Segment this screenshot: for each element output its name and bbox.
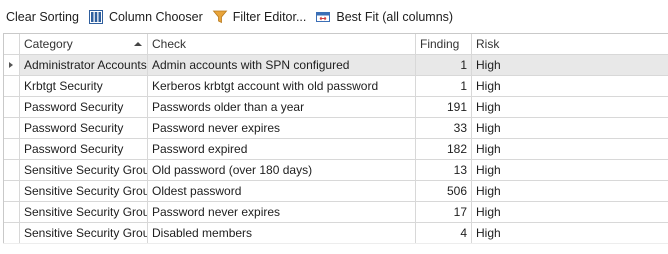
row-indicator-cell[interactable] (4, 139, 20, 160)
column-chooser-label: Column Chooser (108, 9, 203, 24)
column-header-risk-label: Risk (476, 37, 500, 51)
row-indicator-cell[interactable] (4, 76, 20, 97)
grid-header: Category Check Finding Risk (4, 34, 668, 55)
cell-category[interactable]: Password Security (20, 118, 148, 139)
cell-category[interactable]: Krbtgt Security (20, 76, 148, 97)
table-row[interactable]: Sensitive Security Groups Oldest passwor… (4, 181, 668, 202)
cell-check[interactable]: Kerberos krbtgt account with old passwor… (148, 76, 416, 97)
column-header-category-label: Category (24, 37, 73, 51)
cell-finding[interactable]: 182 (416, 139, 472, 160)
current-row-arrow-icon (9, 62, 13, 68)
clear-sorting-label: Clear Sorting (6, 9, 79, 24)
table-row[interactable]: Sensitive Security Groups Old password (… (4, 160, 668, 181)
column-chooser-icon (87, 8, 105, 26)
table-row[interactable]: Administrator Accounts Admin accounts wi… (4, 55, 668, 76)
table-row[interactable]: Password Security Password expired 182 H… (4, 139, 668, 160)
column-header-finding[interactable]: Finding (416, 34, 472, 55)
column-header-finding-label: Finding (420, 37, 460, 51)
row-indicator-cell[interactable] (4, 118, 20, 139)
cell-category[interactable]: Password Security (20, 97, 148, 118)
cell-category[interactable]: Password Security (20, 139, 148, 160)
sort-ascending-icon (134, 42, 142, 46)
grid-toolbar: Clear Sorting Column Chooser Filter Edit… (0, 0, 668, 33)
cell-finding[interactable]: 1 (416, 76, 472, 97)
cell-risk[interactable]: High (472, 118, 668, 139)
row-indicator-cell[interactable] (4, 181, 20, 202)
cell-risk[interactable]: High (472, 160, 668, 181)
cell-check[interactable]: Admin accounts with SPN configured (148, 55, 416, 76)
cell-category[interactable]: Sensitive Security Groups (20, 181, 148, 202)
cell-category[interactable]: Sensitive Security Groups (20, 202, 148, 223)
column-header-category[interactable]: Category (20, 34, 148, 55)
table-row[interactable]: Sensitive Security Groups Disabled membe… (4, 223, 668, 244)
table-row[interactable]: Password Security Password never expires… (4, 118, 668, 139)
best-fit-icon (314, 8, 332, 26)
clear-sorting-button[interactable]: Clear Sorting (0, 6, 83, 28)
cell-finding[interactable]: 13 (416, 160, 472, 181)
cell-finding[interactable]: 191 (416, 97, 472, 118)
cell-check[interactable]: Old password (over 180 days) (148, 160, 416, 181)
cell-risk[interactable]: High (472, 55, 668, 76)
cell-finding[interactable]: 1 (416, 55, 472, 76)
best-fit-label: Best Fit (all columns) (336, 9, 454, 24)
cell-risk[interactable]: High (472, 223, 668, 244)
cell-check[interactable]: Disabled members (148, 223, 416, 244)
cell-category[interactable]: Sensitive Security Groups (20, 160, 148, 181)
filter-editor-button[interactable]: Filter Editor... (207, 6, 311, 28)
column-header-check-label: Check (152, 37, 187, 51)
row-indicator-cell[interactable] (4, 202, 20, 223)
column-header-check[interactable]: Check (148, 34, 416, 55)
row-indicator-cell[interactable] (4, 97, 20, 118)
table-row[interactable]: Password Security Passwords older than a… (4, 97, 668, 118)
cell-finding[interactable]: 33 (416, 118, 472, 139)
cell-risk[interactable]: High (472, 181, 668, 202)
filter-editor-label: Filter Editor... (232, 9, 307, 24)
header-indicator-cell (4, 34, 20, 55)
cell-category[interactable]: Administrator Accounts (20, 55, 148, 76)
cell-risk[interactable]: High (472, 76, 668, 97)
cell-risk[interactable]: High (472, 139, 668, 160)
cell-category[interactable]: Sensitive Security Groups (20, 223, 148, 244)
findings-grid: Category Check Finding Risk Administrato… (3, 33, 668, 244)
best-fit-button[interactable]: Best Fit (all columns) (310, 6, 457, 28)
funnel-icon (211, 8, 229, 26)
cell-finding[interactable]: 17 (416, 202, 472, 223)
grid-bottom-divider (3, 243, 668, 244)
column-chooser-button[interactable]: Column Chooser (83, 6, 207, 28)
column-header-risk[interactable]: Risk (472, 34, 668, 55)
row-indicator-cell[interactable] (4, 160, 20, 181)
table-row[interactable]: Krbtgt Security Kerberos krbtgt account … (4, 76, 668, 97)
table-row[interactable]: Sensitive Security Groups Password never… (4, 202, 668, 223)
cell-check[interactable]: Passwords older than a year (148, 97, 416, 118)
cell-finding[interactable]: 4 (416, 223, 472, 244)
row-indicator-cell[interactable] (4, 223, 20, 244)
cell-check[interactable]: Password never expires (148, 202, 416, 223)
cell-check[interactable]: Password never expires (148, 118, 416, 139)
cell-risk[interactable]: High (472, 97, 668, 118)
row-indicator-cell[interactable] (4, 55, 20, 76)
cell-risk[interactable]: High (472, 202, 668, 223)
cell-finding[interactable]: 506 (416, 181, 472, 202)
cell-check[interactable]: Oldest password (148, 181, 416, 202)
cell-check[interactable]: Password expired (148, 139, 416, 160)
